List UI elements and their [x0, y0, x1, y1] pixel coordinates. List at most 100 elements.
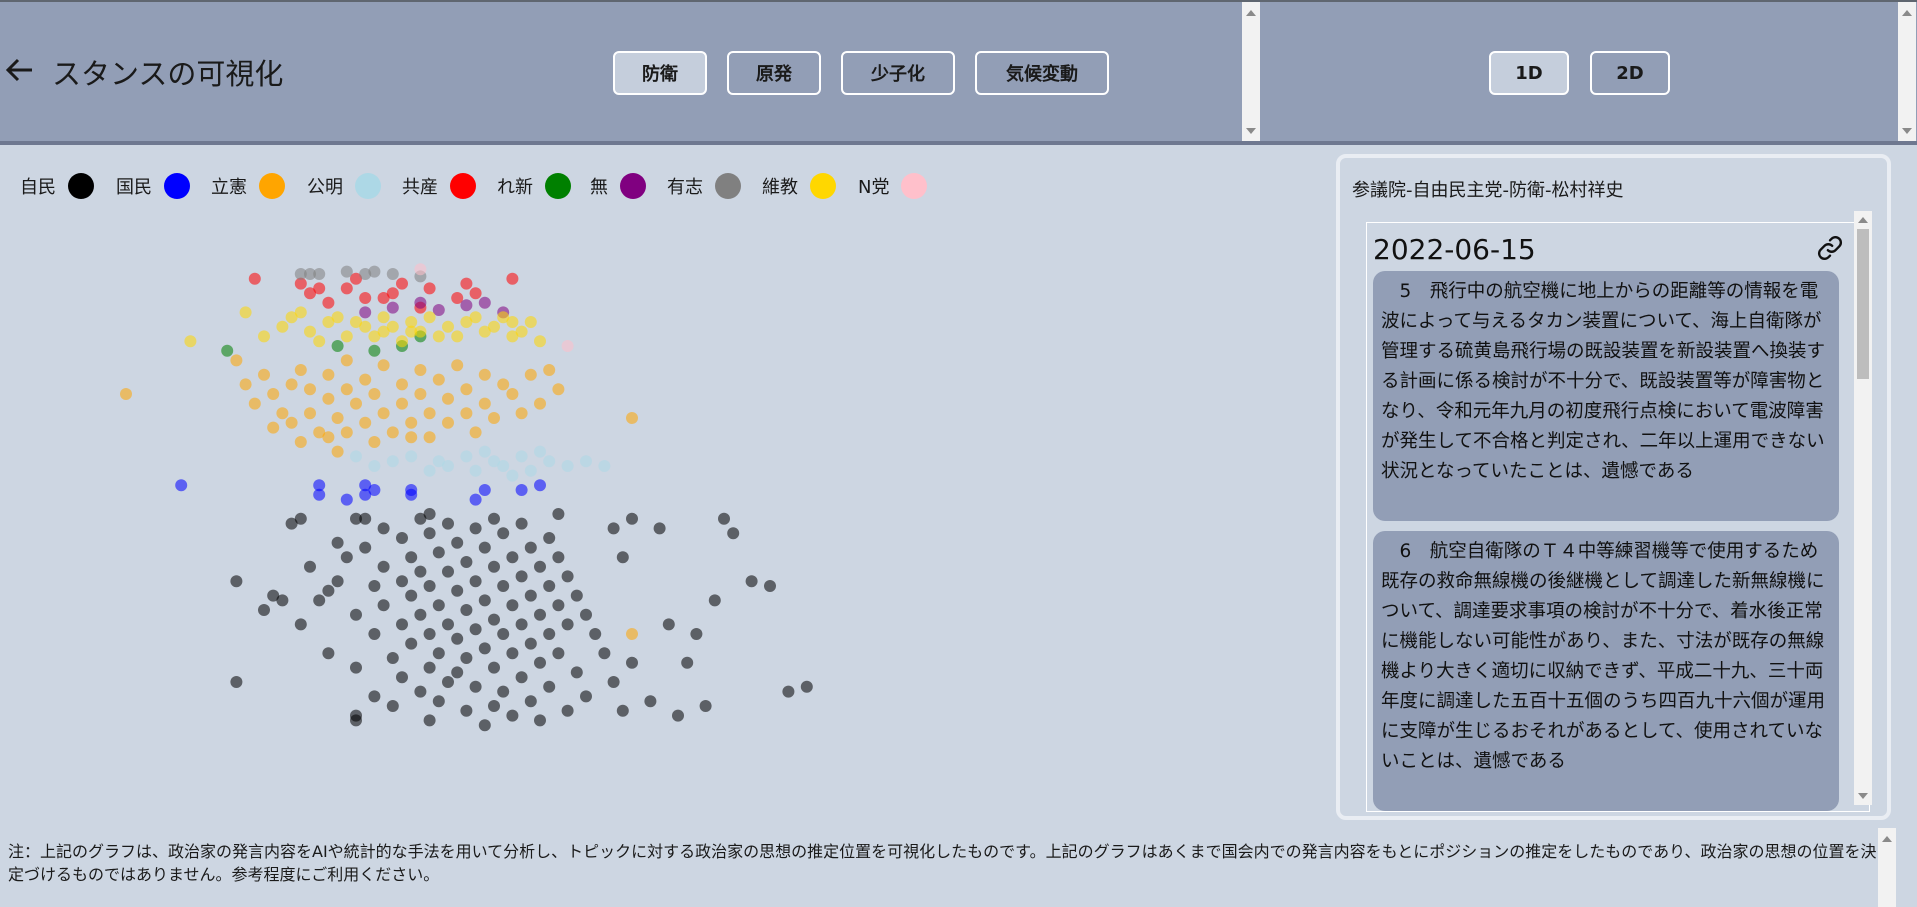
data-point[interactable] — [534, 608, 546, 621]
scroll-up-arrow-icon[interactable] — [1902, 10, 1912, 16]
data-point[interactable] — [800, 680, 813, 693]
data-point[interactable] — [451, 359, 464, 372]
data-point[interactable] — [506, 599, 519, 612]
data-point[interactable] — [423, 628, 436, 640]
data-point[interactable] — [442, 392, 454, 405]
data-point[interactable] — [607, 522, 620, 535]
data-point[interactable] — [662, 618, 675, 631]
back-arrow-icon[interactable] — [4, 55, 36, 85]
data-point[interactable] — [405, 450, 418, 463]
data-point[interactable] — [451, 330, 464, 343]
data-point[interactable] — [350, 316, 362, 328]
data-point[interactable] — [313, 282, 326, 295]
data-point[interactable] — [460, 450, 473, 463]
data-point[interactable] — [276, 594, 289, 607]
link-icon[interactable] — [1817, 235, 1843, 261]
data-point[interactable] — [377, 325, 390, 338]
data-point[interactable] — [745, 575, 758, 588]
data-point[interactable] — [488, 661, 500, 674]
data-point[interactable] — [543, 532, 556, 544]
data-point[interactable] — [276, 407, 289, 420]
data-point[interactable] — [340, 383, 353, 396]
data-point[interactable] — [304, 560, 316, 573]
page-scrollbar[interactable] — [1878, 828, 1896, 907]
data-point[interactable] — [175, 479, 188, 492]
data-point[interactable] — [432, 330, 445, 343]
data-point[interactable] — [534, 445, 546, 458]
data-point[interactable] — [414, 685, 427, 698]
data-point[interactable] — [377, 522, 390, 535]
data-point[interactable] — [478, 484, 491, 496]
data-point[interactable] — [515, 325, 528, 338]
data-point[interactable] — [313, 488, 326, 501]
data-point[interactable] — [313, 335, 326, 348]
data-point[interactable] — [368, 580, 381, 592]
data-point[interactable] — [497, 580, 510, 592]
data-point[interactable] — [451, 584, 464, 597]
data-point[interactable] — [497, 628, 510, 640]
data-point[interactable] — [359, 306, 372, 319]
data-point[interactable] — [414, 364, 427, 376]
data-point[interactable] — [580, 608, 592, 621]
data-point[interactable] — [442, 565, 454, 578]
data-point[interactable] — [561, 570, 574, 583]
data-point[interactable] — [626, 656, 638, 669]
data-point[interactable] — [377, 359, 390, 372]
data-point[interactable] — [258, 604, 270, 616]
data-point[interactable] — [368, 460, 381, 472]
data-point[interactable] — [368, 690, 381, 703]
data-point[interactable] — [488, 613, 500, 626]
data-point[interactable] — [442, 416, 454, 429]
data-point[interactable] — [469, 680, 482, 693]
data-point[interactable] — [386, 652, 399, 664]
data-point[interactable] — [699, 700, 712, 712]
data-point[interactable] — [552, 508, 565, 520]
legend-item[interactable]: 公明 — [307, 170, 381, 202]
data-point[interactable] — [396, 397, 408, 410]
data-point[interactable] — [515, 570, 528, 583]
data-point[interactable] — [626, 412, 638, 424]
data-point[interactable] — [524, 316, 537, 328]
data-point[interactable] — [350, 714, 362, 727]
data-point[interactable] — [304, 383, 316, 396]
legend-item[interactable]: 国民 — [116, 170, 190, 202]
data-point[interactable] — [396, 335, 408, 348]
data-point[interactable] — [442, 676, 454, 688]
data-point[interactable] — [506, 316, 519, 328]
data-point[interactable] — [515, 517, 528, 530]
data-point[interactable] — [524, 589, 537, 602]
data-point[interactable] — [478, 541, 491, 554]
data-point[interactable] — [488, 560, 500, 573]
data-point[interactable] — [276, 320, 289, 333]
data-point[interactable] — [478, 719, 491, 732]
topic-button-nuclear[interactable]: 原発 — [727, 51, 821, 95]
data-point[interactable] — [405, 637, 418, 650]
data-point[interactable] — [331, 412, 344, 424]
data-point[interactable] — [570, 589, 583, 602]
data-point[interactable] — [294, 618, 307, 631]
data-point[interactable] — [534, 560, 546, 573]
data-point[interactable] — [488, 320, 500, 333]
data-point[interactable] — [469, 493, 482, 506]
data-point[interactable] — [561, 704, 574, 717]
data-point[interactable] — [368, 344, 381, 357]
data-point[interactable] — [460, 407, 473, 420]
data-point[interactable] — [607, 676, 620, 688]
legend-item[interactable]: N党 — [858, 170, 928, 202]
data-point[interactable] — [423, 464, 436, 477]
data-point[interactable] — [681, 656, 694, 669]
data-point[interactable] — [350, 450, 362, 463]
data-point[interactable] — [442, 618, 454, 631]
scrollbar-thumb[interactable] — [1857, 229, 1869, 379]
data-point[interactable] — [506, 469, 519, 482]
data-point[interactable] — [460, 556, 473, 568]
data-point[interactable] — [377, 311, 390, 324]
legend-item[interactable]: れ新 — [497, 170, 571, 202]
data-point[interactable] — [589, 628, 602, 640]
scroll-down-arrow-icon[interactable] — [1902, 128, 1912, 134]
data-point[interactable] — [764, 580, 776, 592]
data-point[interactable] — [386, 268, 399, 280]
data-point[interactable] — [469, 522, 482, 535]
data-point[interactable] — [515, 671, 528, 684]
data-point[interactable] — [488, 700, 500, 712]
